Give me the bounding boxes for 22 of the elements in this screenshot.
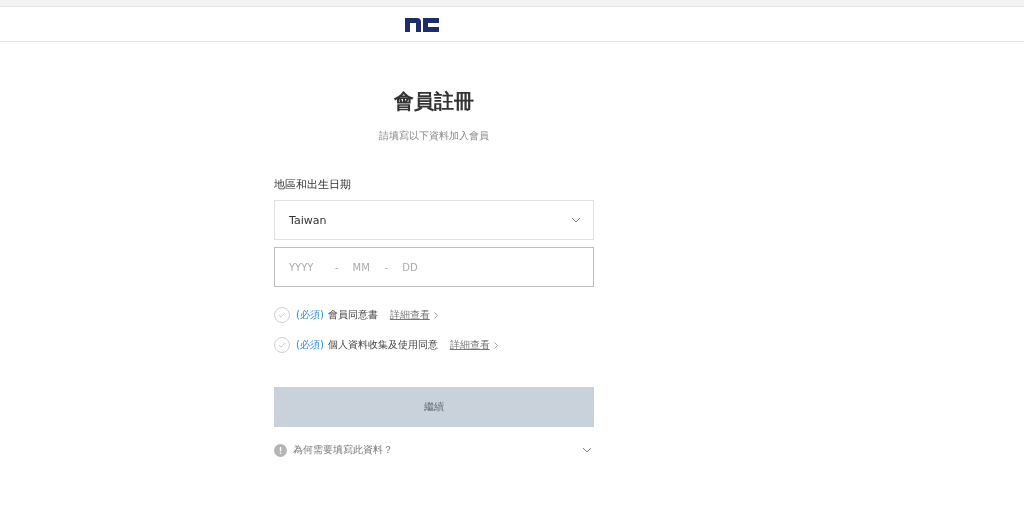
required-tag: (必須) <box>296 338 324 352</box>
details-link[interactable]: 詳細查看 <box>389 308 430 322</box>
agreement-checkbox[interactable] <box>274 307 290 323</box>
agreement-label: 個人資料收集及使用同意 <box>327 338 438 352</box>
required-tag: (必須) <box>296 308 324 322</box>
chevron-icon <box>582 447 592 453</box>
chevron-icon <box>571 217 581 223</box>
details-link[interactable]: 詳細查看 <box>449 338 490 352</box>
help-text[interactable]: 為何需要填寫此資料？ <box>293 443 393 457</box>
page-title: 會員註冊 <box>393 88 475 115</box>
agreement-checkbox[interactable] <box>274 337 290 353</box>
chevron-right-icon <box>433 311 438 319</box>
page-subtitle: 請填寫以下資料加入會員 <box>378 129 490 143</box>
info-icon <box>274 443 287 457</box>
check-icon <box>278 342 286 348</box>
date-part-input[interactable]: MM <box>352 261 371 273</box>
chevron-right-icon <box>493 341 498 349</box>
check-icon <box>278 312 286 318</box>
agreement-label: 會員同意書 <box>327 308 378 322</box>
logo <box>405 16 439 32</box>
region-select[interactable]: Taiwan <box>274 200 594 240</box>
section-label: 地區和出生日期 <box>274 177 352 192</box>
